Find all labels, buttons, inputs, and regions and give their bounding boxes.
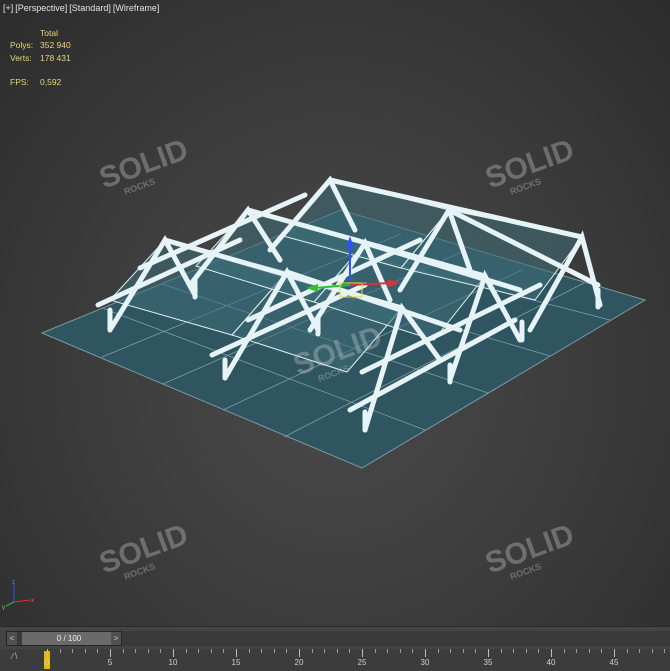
ruler-tick — [588, 649, 590, 653]
ruler-tick — [349, 649, 351, 653]
ruler-tick — [110, 649, 111, 657]
ruler-tick — [500, 649, 502, 653]
ruler-tick — [324, 649, 326, 653]
ruler-tick — [475, 649, 477, 653]
ruler-tick — [122, 649, 124, 653]
filter-keys-icon[interactable]: ⁄∖ — [12, 652, 18, 661]
svg-text:x: x — [31, 598, 34, 604]
ruler-tick — [450, 649, 452, 653]
track-bar-ruler[interactable]: ⁄∖ 0 5 10 15 20 25 30 35 40 45 — [0, 649, 670, 671]
ruler-tick — [210, 649, 212, 653]
ruler-tick — [488, 649, 489, 657]
ruler-tick — [525, 649, 527, 653]
ruler-tick-label: 20 — [294, 658, 304, 667]
ruler-tick — [198, 649, 200, 653]
ruler-tick-label: 15 — [231, 658, 241, 667]
ruler-tick — [576, 649, 578, 653]
ruler-tick — [664, 649, 666, 653]
ruler-tick — [614, 649, 615, 657]
xyz-axis-icon: z x y — [2, 580, 34, 610]
svg-text:z: z — [12, 580, 15, 586]
ruler-tick — [563, 649, 565, 653]
svg-text:y: y — [2, 605, 5, 610]
ruler-tick — [311, 649, 313, 653]
next-frame-button[interactable]: > — [111, 632, 121, 645]
ruler-tick — [626, 649, 628, 653]
ruler-tick — [513, 649, 515, 653]
ruler-tick — [462, 649, 464, 653]
viewport-perspective[interactable]: [+] [Perspective] [Standard] [Wireframe]… — [0, 0, 670, 626]
ruler-tick — [135, 649, 137, 653]
ruler-tick — [236, 649, 237, 657]
ruler-tick — [84, 649, 86, 653]
ruler-tick — [437, 649, 439, 653]
ruler-tick — [273, 649, 275, 653]
ruler-tick-label: 25 — [357, 658, 367, 667]
ruler-tick — [374, 649, 376, 653]
ruler-tick — [538, 649, 540, 653]
ruler-tick — [147, 649, 149, 653]
ruler-tick-label: 35 — [483, 658, 493, 667]
prev-frame-button[interactable]: < — [7, 632, 17, 645]
ruler-tick — [362, 649, 363, 657]
ruler-tick — [651, 649, 653, 653]
ruler-tick-label: 45 — [609, 658, 619, 667]
ruler-tick — [223, 649, 225, 653]
scene-view: SOLID ROCKS SOLID ROCKS SOLID ROCKS SOLI… — [40, 133, 647, 582]
time-slider-track[interactable] — [122, 631, 670, 646]
ruler-tick — [299, 649, 300, 657]
ruler-tick — [639, 649, 641, 653]
ruler-tick — [173, 649, 174, 657]
ruler-tick — [261, 649, 263, 653]
ruler-tick — [59, 649, 61, 653]
ruler-tick — [72, 649, 74, 653]
ruler-tick — [185, 649, 187, 653]
ruler-tick — [551, 649, 552, 657]
ruler-tick — [336, 649, 338, 653]
ruler-tick-label: 0 — [44, 658, 50, 667]
ruler-tick — [601, 649, 603, 653]
ruler-tick — [248, 649, 250, 653]
ruler-tick-label: 30 — [420, 658, 430, 667]
ruler-tick-label: 5 — [107, 658, 113, 667]
ruler-tick-label: 40 — [546, 658, 556, 667]
ruler-tick — [47, 649, 48, 657]
ruler-tick — [160, 649, 162, 653]
ruler-tick — [399, 649, 401, 653]
ruler-tick-label: 10 — [168, 658, 178, 667]
ruler-tick — [286, 649, 288, 653]
ruler-tick — [425, 649, 426, 657]
ruler-tick — [412, 649, 414, 653]
time-slider[interactable]: < 0 / 100 > — [6, 631, 122, 646]
time-slider-thumb[interactable]: 0 / 100 — [22, 632, 116, 645]
ruler-tick — [97, 649, 99, 653]
ruler-ticks: 0 5 10 15 20 25 30 35 40 45 — [44, 649, 670, 671]
timeline-bar: < 0 / 100 > ⁄∖ 0 5 10 15 20 25 30 35 40 45 — [0, 626, 670, 671]
ruler-tick — [387, 649, 389, 653]
